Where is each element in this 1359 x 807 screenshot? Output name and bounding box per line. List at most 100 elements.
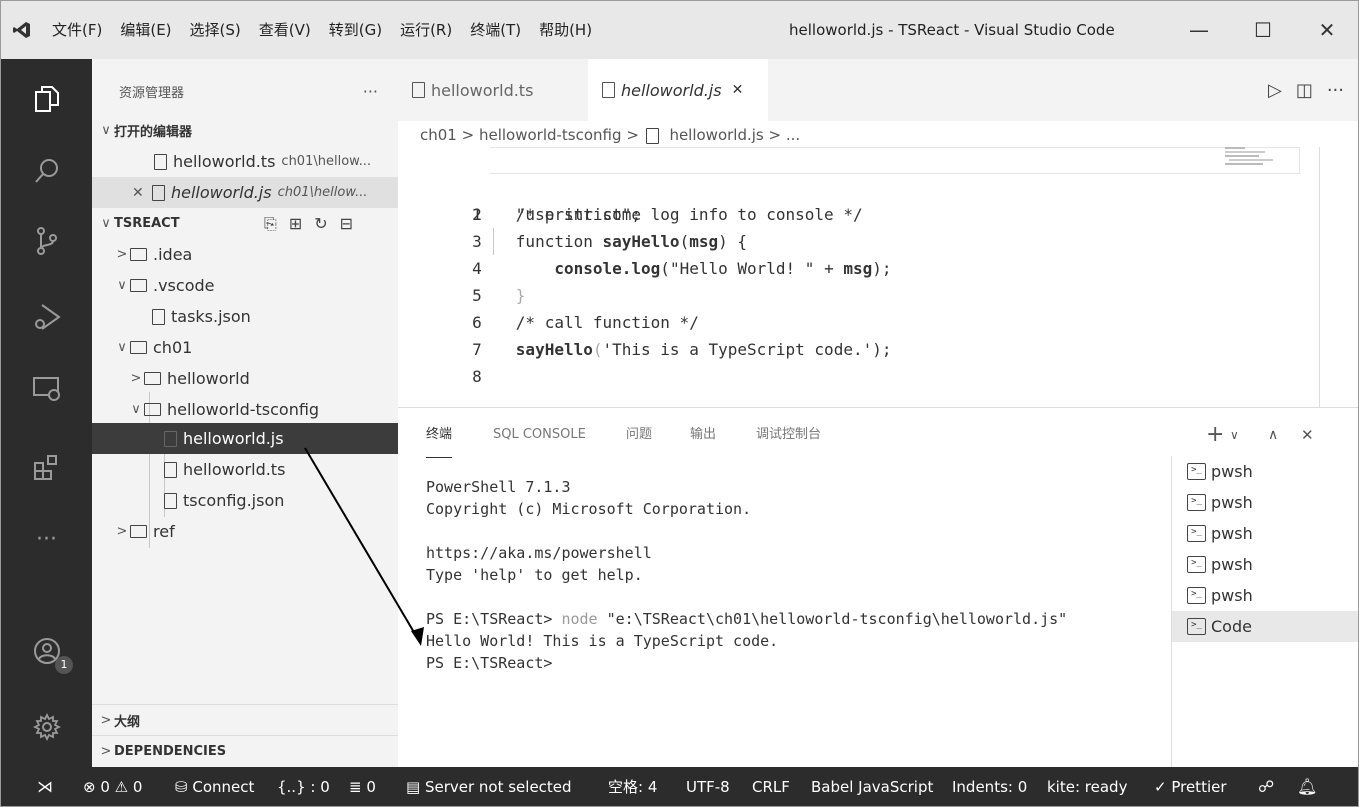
tab-output[interactable]: 输出	[690, 408, 716, 462]
open-editor-path: ch01\hellow...	[281, 154, 371, 169]
new-folder-icon[interactable]: ⊞	[289, 214, 302, 234]
open-editor-item[interactable]: ✕ helloworld.js ch01\hellow...	[92, 177, 398, 208]
language-status[interactable]: Babel JavaScript	[811, 767, 933, 806]
tab-helloworld-js[interactable]: helloworld.js ✕	[588, 59, 768, 121]
tree-item-selected[interactable]: helloworld.js	[92, 423, 398, 454]
maximize-panel-icon[interactable]: ∧	[1268, 408, 1278, 462]
tree-item[interactable]: ∨ helloworld-tsconfig	[92, 394, 398, 425]
terminal-dropdown-icon[interactable]: ∨	[1230, 408, 1239, 462]
collapse-all-icon[interactable]: ⊟	[340, 214, 353, 234]
menu-edit[interactable]: 编辑(E)	[111, 1, 180, 59]
explorer-icon[interactable]	[1, 69, 92, 129]
minimize-button[interactable]: —	[1167, 1, 1231, 59]
tree-item[interactable]: > .idea	[92, 239, 398, 270]
terminal-instance[interactable]: >_ pwsh	[1172, 580, 1358, 611]
list-status[interactable]: ≣ 0	[349, 767, 376, 806]
tree-item[interactable]: tsconfig.json	[92, 485, 398, 516]
accounts-icon[interactable]: 1	[1, 621, 92, 681]
menu-selection[interactable]: 选择(S)	[181, 1, 250, 59]
tab-problems[interactable]: 问题	[626, 408, 652, 462]
feedback-icon[interactable]: ☍	[1258, 767, 1274, 806]
minimap[interactable]	[1223, 145, 1287, 167]
open-editor-item[interactable]: helloworld.ts ch01\hellow...	[92, 146, 398, 177]
folder-icon	[130, 525, 147, 538]
problems-status[interactable]: ⊗ 0 ⚠ 0	[83, 767, 142, 806]
more-actions-icon[interactable]: ···	[1327, 80, 1344, 101]
tab-terminal[interactable]: 终端	[426, 408, 453, 462]
braces-status[interactable]: {..} : 0	[277, 767, 330, 806]
run-icon[interactable]: ▷	[1268, 80, 1282, 101]
search-icon[interactable]	[1, 141, 92, 201]
explorer-more-button[interactable]: ···	[363, 82, 378, 101]
maximize-button[interactable]: ☐	[1231, 1, 1295, 59]
tree-item[interactable]: helloworld.ts	[92, 454, 398, 485]
prettier-status[interactable]: ✓ Prettier	[1154, 767, 1227, 806]
close-button[interactable]: ✕	[1295, 1, 1358, 59]
notifications-icon[interactable]: 🔔︎	[1297, 767, 1317, 806]
menu-view[interactable]: 查看(V)	[250, 1, 320, 59]
refresh-icon[interactable]: ↻	[314, 214, 327, 234]
menu-terminal[interactable]: 终端(T)	[461, 1, 530, 59]
encoding-status[interactable]: UTF-8	[686, 767, 730, 806]
terminal-instance[interactable]: >_ pwsh	[1172, 487, 1358, 518]
menu-go[interactable]: 转到(G)	[320, 1, 391, 59]
tab-sql-console[interactable]: SQL CONSOLE	[493, 408, 586, 462]
chevron-down-icon: ∨	[101, 216, 111, 231]
breadcrumb-item[interactable]: helloworld-tsconfig	[479, 126, 622, 144]
indentation-status[interactable]: 空格: 4	[608, 767, 657, 806]
breadcrumb-item[interactable]: ch01	[420, 126, 457, 144]
new-file-icon[interactable]: ⎘	[264, 214, 277, 234]
kite-status[interactable]: kite: ready	[1047, 767, 1127, 806]
tree-item[interactable]: ∨ ch01	[92, 332, 398, 363]
open-editor-name: helloworld.js	[171, 183, 272, 202]
tree-item[interactable]: > helloworld	[92, 363, 398, 394]
code-editor[interactable]: 1 "use strict"; 2/* print some log info t…	[398, 147, 1311, 407]
outline-section[interactable]: > 大纲	[92, 704, 398, 735]
new-terminal-button[interactable]: +	[1206, 408, 1224, 462]
tab-helloworld-ts[interactable]: helloworld.ts	[398, 59, 588, 121]
indents-status[interactable]: Indents: 0	[952, 767, 1027, 806]
eol-status[interactable]: CRLF	[752, 767, 790, 806]
editor-scrollbar[interactable]	[1319, 147, 1320, 407]
open-editors-section[interactable]: ∨ 打开的编辑器	[92, 115, 398, 146]
more-icon[interactable]: ···	[1, 509, 92, 569]
menu-file[interactable]: 文件(F)	[43, 1, 111, 59]
server-status[interactable]: ▤ Server not selected	[406, 767, 572, 806]
close-panel-icon[interactable]: ✕	[1301, 408, 1314, 462]
breadcrumb-item[interactable]: helloworld.js	[669, 126, 763, 144]
outline-label: 大纲	[114, 714, 141, 730]
terminal-instance[interactable]: >_ pwsh	[1172, 549, 1358, 580]
dependencies-section[interactable]: > DEPENDENCIES	[92, 735, 398, 766]
terminal-instance[interactable]: >_ pwsh	[1172, 456, 1358, 487]
connect-status[interactable]: ⛁ Connect	[175, 767, 254, 806]
explorer-title: 资源管理器	[119, 85, 185, 101]
chevron-right-icon: >	[461, 126, 479, 144]
tree-item[interactable]: > ref	[92, 516, 398, 547]
menu-help[interactable]: 帮助(H)	[530, 1, 601, 59]
split-editor-icon[interactable]: ◫	[1296, 80, 1313, 101]
breadcrumb-item[interactable]: ...	[786, 126, 800, 144]
terminal-instance-selected[interactable]: >_ Code	[1172, 611, 1358, 642]
tab-close-icon[interactable]: ✕	[732, 82, 744, 98]
source-control-icon[interactable]	[1, 211, 92, 271]
extensions-icon[interactable]	[1, 437, 92, 497]
terminal-instance[interactable]: >_ pwsh	[1172, 518, 1358, 549]
tree-item[interactable]: ∨ .vscode	[92, 270, 398, 301]
remote-explorer-icon[interactable]	[1, 359, 92, 419]
tab-debug-console[interactable]: 调试控制台	[756, 408, 821, 462]
terminal-line: Hello World! This is a TypeScript code.	[426, 632, 779, 650]
project-section[interactable]: ∨ TSREACT ⎘ ⊞ ↻ ⊟	[92, 208, 398, 239]
current-line-highlight	[490, 147, 1300, 174]
code-line: 1 "use strict";	[398, 147, 1311, 224]
run-debug-icon[interactable]	[1, 287, 92, 347]
remote-indicator-icon[interactable]: ⋊	[37, 767, 53, 806]
menu-run[interactable]: 运行(R)	[391, 1, 461, 59]
settings-gear-icon[interactable]	[1, 697, 92, 757]
tree-item[interactable]: tasks.json	[92, 301, 398, 332]
code-line: 4 console.log("Hello World! " + msg);	[398, 228, 1311, 278]
vscode-logo-icon	[1, 1, 43, 59]
close-editor-icon[interactable]: ✕	[132, 185, 152, 201]
tree-item-label: .idea	[153, 245, 193, 264]
terminal-output[interactable]: PowerShell 7.1.3 Copyright (c) Microsoft…	[426, 476, 1171, 674]
